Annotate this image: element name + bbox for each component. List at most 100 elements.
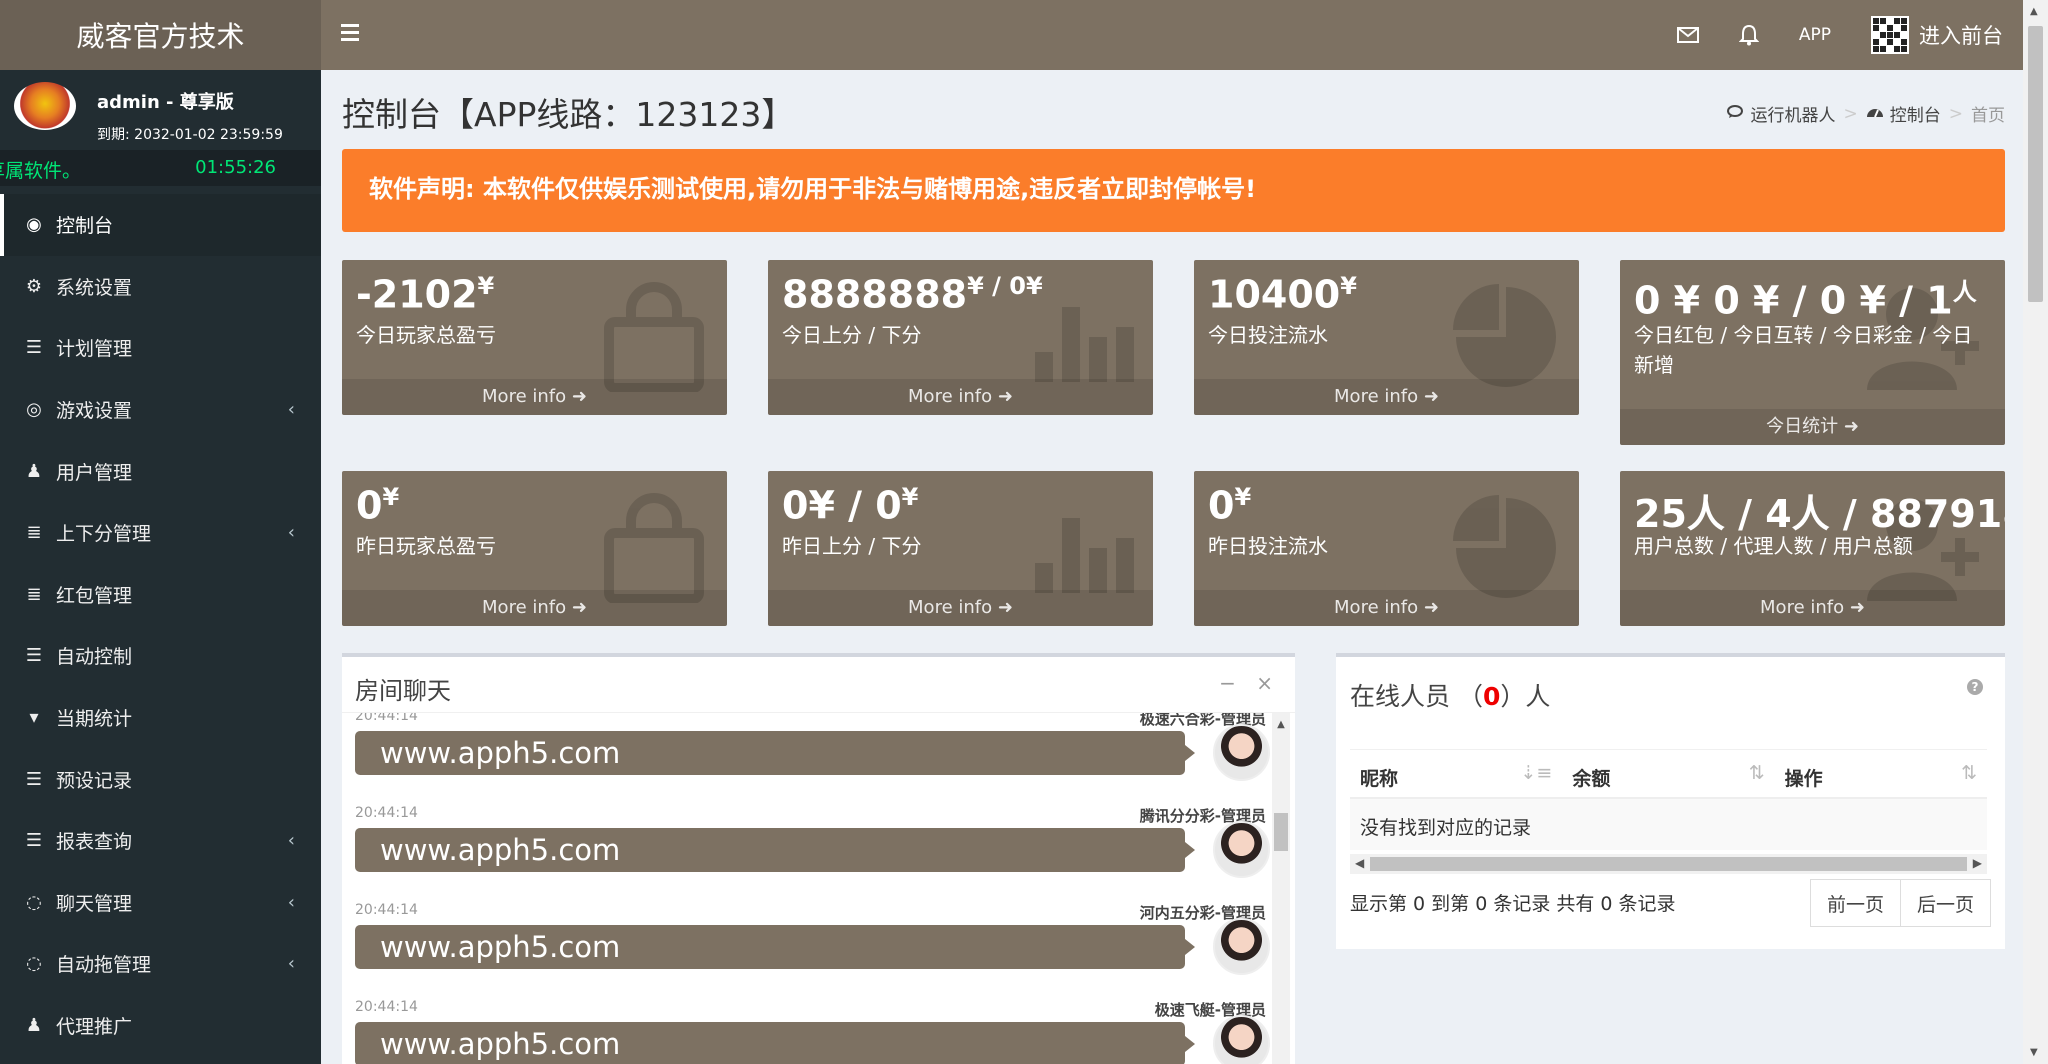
stat-label: 昨日投注流水 [1208, 534, 1328, 558]
stat-box: 25人 / 4人 / 8879186¥用户总数 / 代理人数 / 用户总额 Mor… [1620, 471, 2005, 626]
arrow-circle-right-icon: ➜ [1423, 386, 1439, 407]
sort-asc-icon[interactable]: ⇣≡ [1520, 762, 1552, 784]
sidebar: admin - 尊享版 到期: 2032-01-02 23:59:59 享属软件… [0, 70, 321, 1064]
sidebar-menu: ◉ 控制台 ⚙ 系统设置 ☰ 计划管理 ◎ 游戏设置 ‹ ♟ 用户管理 ≣ 上下分管理 ‹ ≣ 红包管理 ☰ 自动… [0, 194, 321, 1056]
list-icon: ☰ [25, 645, 43, 667]
collapse-icon[interactable]: − [1219, 671, 1236, 695]
sidebar-item[interactable]: ⚙ 系统设置 [0, 256, 321, 318]
breadcrumb-separator: > [1948, 103, 1963, 124]
dashboard-icon [1866, 104, 1884, 124]
sidebar-item[interactable]: ♟ 用户管理 [0, 440, 321, 502]
more-info-link[interactable]: 今日统计 ➜ [1620, 409, 2005, 445]
stat-label: 昨日玩家总盈亏 [356, 534, 496, 558]
arrow-circle-right-icon: ➜ [1843, 416, 1859, 437]
user-expiry: 到期: 2032-01-02 23:59:59 [97, 127, 283, 143]
user-panel: admin - 尊享版 到期: 2032-01-02 23:59:59 [0, 70, 321, 150]
message-bubble: www.apph5.com [355, 1022, 1195, 1064]
help-icon[interactable]: ? [1967, 679, 1983, 695]
robot-comments-icon [1726, 104, 1745, 124]
comments-icon: ◌ [26, 891, 42, 913]
sidebar-item[interactable]: ▾ 当期统计 [0, 687, 321, 749]
sidebar-item[interactable]: ◎ 游戏设置 ‹ [0, 379, 321, 441]
chat-scrollbar[interactable]: ▲ [1272, 713, 1290, 1064]
scroll-up-icon[interactable]: ▲ [2030, 6, 2038, 17]
column-balance[interactable]: 余额 ⇅ [1562, 750, 1774, 797]
bell-icon[interactable] [1719, 0, 1779, 70]
admin-avatar [1213, 918, 1270, 975]
stat-label: 用户总数 / 代理人数 / 用户总额 [1634, 534, 1913, 558]
app-link[interactable]: APP [1779, 0, 1851, 70]
more-info-link[interactable]: More info ➜ [1194, 590, 1579, 626]
sidebar-item-label: 自动拖管理 [56, 954, 152, 977]
sidebar-item-label: 计划管理 [56, 338, 133, 361]
database-icon: ≣ [26, 522, 42, 544]
hscroll-thumb[interactable] [1370, 857, 1967, 871]
stat-unit: ¥ [901, 483, 919, 511]
chevron-left-icon: ‹ [287, 830, 295, 852]
disclaimer-notice: 软件声明: 本软件仅供娱乐测试使用,请勿用于非法与赌博用途,违反者立即封停帐号! [342, 149, 2005, 232]
breadcrumb-robot[interactable]: 运行机器人 [1751, 101, 1836, 126]
gamepad-icon: ◎ [26, 399, 42, 421]
sidebar-item[interactable]: ≣ 红包管理 [0, 564, 321, 626]
chat-title: 房间聊天 [355, 677, 451, 705]
page-scroll-thumb[interactable] [2028, 26, 2043, 302]
stat-unit: ¥ / 0¥ [967, 272, 1043, 300]
column-nickname[interactable]: 昵称 ⇣≡ [1350, 750, 1562, 797]
scroll-thumb[interactable] [1274, 813, 1288, 851]
scroll-left-icon[interactable]: ◀ [1355, 856, 1364, 870]
sidebar-item-label: 代理推广 [56, 1016, 133, 1039]
stat-value-text: 8888888 [782, 272, 968, 317]
more-info-link[interactable]: More info ➜ [768, 379, 1153, 415]
sidebar-item[interactable]: ☰ 预设记录 [0, 748, 321, 810]
prev-page-button[interactable]: 前一页 [1809, 879, 1901, 927]
online-table: 昵称 ⇣≡ 余额 ⇅ 操作 ⇅ 没有找到对应的记录 [1350, 749, 1987, 850]
stat-value: 0¥ [356, 483, 399, 528]
cogs-icon: ⚙ [25, 275, 43, 297]
message-bubble: www.apph5.com [355, 828, 1195, 872]
more-info-link[interactable]: More info ➜ [768, 590, 1153, 626]
sidebar-item[interactable]: ☰ 自动控制 [0, 625, 321, 687]
more-info-label: More info [482, 597, 567, 618]
breadcrumb-dashboard[interactable]: 控制台 [1890, 101, 1941, 126]
scroll-right-icon[interactable]: ▶ [1973, 856, 1982, 870]
stat-value-text: 0 [1208, 483, 1235, 528]
online-title-prefix: 在线人员 （ [1350, 682, 1483, 711]
stat-value: 10400¥ [1208, 272, 1357, 317]
more-info-label: 今日统计 [1766, 416, 1839, 437]
sidebar-toggle-icon[interactable] [341, 20, 369, 48]
online-title-suffix: ）人 [1500, 682, 1551, 711]
next-page-button[interactable]: 后一页 [1900, 879, 1991, 927]
column-actions[interactable]: 操作 ⇅ [1775, 750, 1987, 797]
enter-front-link[interactable]: 进入前台 [1851, 0, 2023, 70]
sidebar-item-label: 红包管理 [56, 584, 133, 607]
more-info-label: More info [908, 597, 993, 618]
more-info-link[interactable]: More info ➜ [342, 590, 727, 626]
more-info-link[interactable]: More info ➜ [1620, 590, 2005, 626]
scroll-up-icon[interactable]: ▲ [1272, 719, 1290, 730]
more-info-link[interactable]: More info ➜ [1194, 379, 1579, 415]
sidebar-item[interactable]: ☰ 报表查询 ‹ [0, 810, 321, 872]
sort-icon[interactable]: ⇅ [1961, 762, 1977, 784]
sidebar-item[interactable]: ◌ 自动拖管理 ‹ [0, 933, 321, 995]
list-icon: ☰ [25, 830, 43, 852]
app-logo[interactable]: 威客官方技术 [0, 0, 321, 70]
scroll-down-icon[interactable]: ▼ [2030, 1047, 2038, 1058]
page-scrollbar[interactable]: ▲ ▼ [2023, 0, 2048, 1064]
more-info-link[interactable]: More info ➜ [342, 379, 727, 415]
sidebar-item[interactable]: ◌ 聊天管理 ‹ [0, 872, 321, 934]
stat-box: 8888888¥ / 0¥ 今日上分 / 下分 More info ➜ [768, 260, 1153, 415]
sidebar-item-label: 聊天管理 [56, 892, 133, 915]
sort-icon[interactable]: ⇅ [1749, 762, 1765, 784]
close-icon[interactable]: × [1256, 671, 1273, 695]
chat-message: 20:44:14 河内五分彩-管理员 www.apph5.com [355, 902, 1270, 999]
mail-icon[interactable] [1657, 0, 1719, 70]
sidebar-item[interactable]: ◉ 控制台 [0, 194, 321, 256]
top-navbar: APP 进入前台 [321, 0, 2023, 70]
sidebar-item[interactable]: ♟ 代理推广 [0, 995, 321, 1057]
table-hscrollbar[interactable]: ◀ ▶ [1350, 854, 1987, 874]
sidebar-item[interactable]: ☰ 计划管理 [0, 317, 321, 379]
marquee-bar: 享属软件。 01:55:26 [0, 150, 321, 186]
more-info-label: More info [482, 386, 567, 407]
sidebar-item[interactable]: ≣ 上下分管理 ‹ [0, 502, 321, 564]
stat-value-text: 0 [356, 483, 383, 528]
